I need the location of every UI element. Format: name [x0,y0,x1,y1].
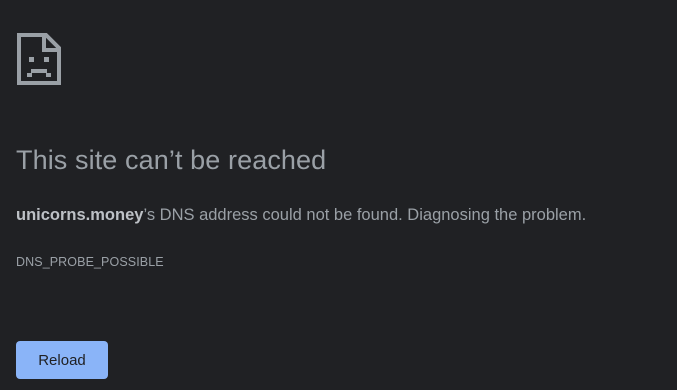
error-message-text: ’s DNS address could not be found. Diagn… [143,206,587,224]
error-message: unicorns.money’s DNS address could not b… [16,206,586,225]
error-page: This site can’t be reached unicorns.mone… [0,0,677,390]
error-code: DNS_PROBE_POSSIBLE [16,255,164,269]
sad-page-icon [16,32,62,86]
host-name: unicorns.money [16,206,144,224]
reload-button[interactable]: Reload [16,341,108,379]
page-title: This site can’t be reached [16,145,327,175]
